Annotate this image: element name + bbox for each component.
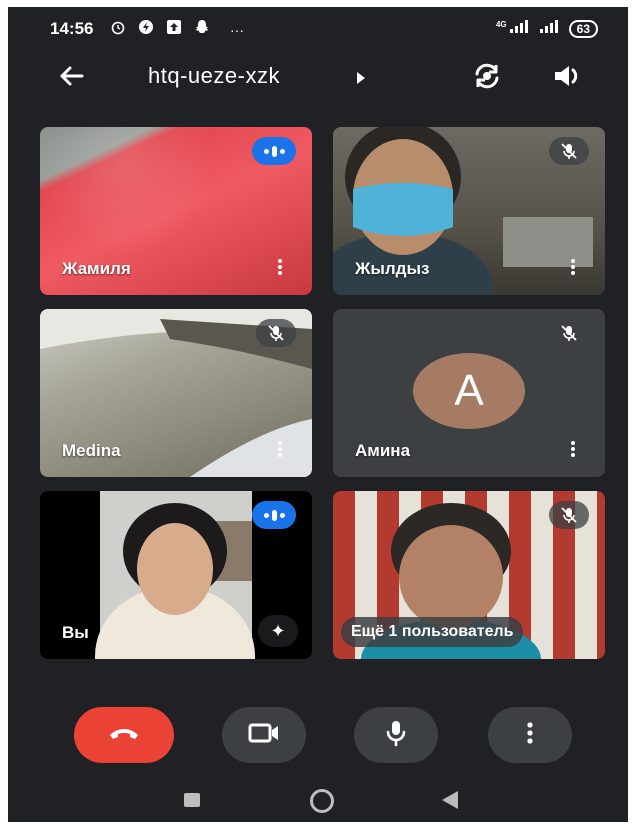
call-header: htq-ueze-xzk [8, 51, 628, 107]
snapchat-icon [194, 19, 210, 40]
participant-options-icon[interactable] [571, 257, 575, 277]
end-call-button[interactable] [74, 707, 174, 763]
participant-name: Амина [355, 441, 411, 460]
speaking-indicator-icon [252, 501, 296, 529]
speaker-icon[interactable] [552, 61, 584, 96]
mic-off-icon [549, 319, 589, 347]
status-time: 14:56 [50, 19, 94, 38]
mic-off-icon [549, 501, 589, 529]
participant-tile[interactable]: Жамиля [40, 127, 312, 295]
more-notifications: ··· [230, 21, 244, 38]
participant-tile[interactable]: Жылдыз [333, 127, 605, 295]
call-controls [8, 707, 628, 767]
battery-indicator: 63 [568, 19, 598, 38]
participant-options-icon[interactable] [278, 439, 282, 459]
more-options-button[interactable] [488, 707, 572, 763]
participant-tile[interactable]: Ещё 1 пользователь [333, 491, 605, 659]
network-type: 4G [495, 20, 507, 29]
participant-tile[interactable]: Medina [40, 309, 312, 477]
mic-off-icon [256, 319, 296, 347]
meeting-details-arrow-icon[interactable] [356, 71, 366, 89]
self-view-tile[interactable]: Вы ✦ [40, 491, 312, 659]
status-icons: ··· [110, 19, 244, 40]
more-vert-icon [527, 721, 533, 749]
participant-name: Medina [62, 441, 121, 460]
camera-toggle-button[interactable] [222, 707, 306, 763]
mic-toggle-button[interactable] [354, 707, 438, 763]
mic-off-icon [549, 137, 589, 165]
status-bar: 14:56 ··· 4G 63 [8, 7, 628, 51]
end-call-icon [108, 725, 140, 746]
switch-camera-icon[interactable] [470, 61, 504, 96]
camera-icon [248, 722, 280, 749]
back-arrow-icon[interactable] [56, 61, 86, 96]
recent-apps-icon[interactable] [184, 793, 200, 807]
speaking-indicator-icon [252, 137, 296, 165]
status-right: 4G 63 [496, 19, 598, 38]
signal-icon [509, 19, 529, 38]
participant-name: Вы [62, 623, 89, 642]
meet-screen: 14:56 ··· 4G 63 htq-ueze-xzk Жамиля Жылд… [8, 7, 628, 822]
participant-name: Жылдыз [355, 259, 430, 278]
system-nav-bar [8, 779, 628, 822]
participant-name: Жамиля [62, 259, 131, 278]
nav-back-icon[interactable] [442, 791, 458, 809]
effects-sparkle-icon[interactable]: ✦ [258, 615, 298, 647]
more-participants-label[interactable]: Ещё 1 пользователь [341, 617, 524, 647]
alarm-icon [110, 19, 126, 40]
signal-icon-2 [539, 19, 559, 38]
meeting-code[interactable]: htq-ueze-xzk [148, 63, 280, 89]
participant-options-icon[interactable] [278, 257, 282, 277]
mic-icon [385, 719, 407, 752]
participant-tile[interactable]: A Амина [333, 309, 605, 477]
app-notification-icon [138, 19, 154, 40]
avatar: A [413, 353, 525, 429]
home-icon[interactable] [310, 789, 334, 813]
upload-icon [166, 19, 182, 40]
participant-options-icon[interactable] [571, 439, 575, 459]
